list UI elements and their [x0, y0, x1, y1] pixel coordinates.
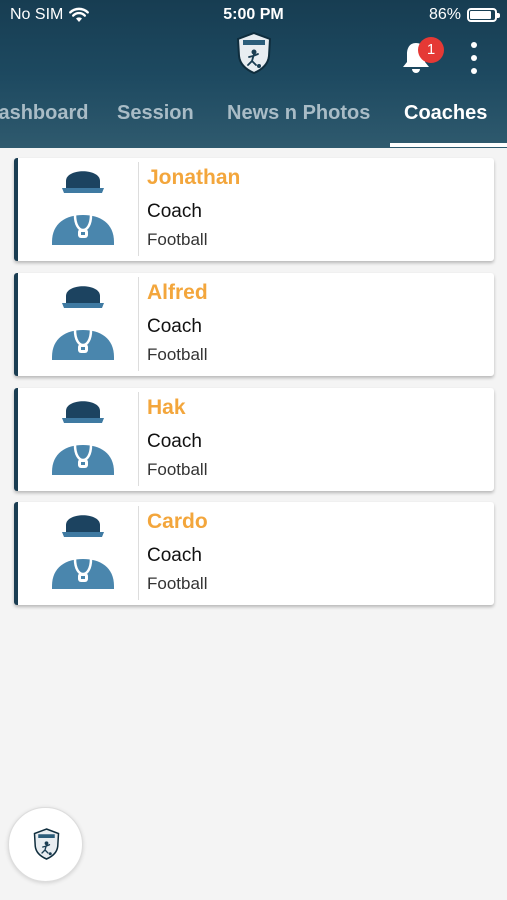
coach-sport: Football	[147, 460, 208, 479]
coach-name: Cardo	[147, 510, 208, 533]
coach-sport: Football	[147, 345, 208, 364]
card-divider	[138, 162, 139, 256]
coach-avatar-icon	[52, 286, 114, 360]
card-divider	[138, 392, 139, 486]
coach-role: Coach	[147, 545, 202, 566]
tab-bar: Dashboard Session News n Photos Coaches	[0, 86, 507, 148]
app-header: No SIM 5:00 PM 86% 1 Dashboard Session N…	[0, 0, 507, 148]
tab-news-n-photos[interactable]: News n Photos	[227, 102, 370, 125]
coach-name: Hak	[147, 396, 186, 419]
card-divider	[138, 277, 139, 371]
notification-badge: 1	[418, 37, 444, 63]
more-options-icon[interactable]	[462, 42, 486, 74]
coach-card[interactable]: Hak Coach Football	[14, 388, 494, 491]
coach-avatar-icon	[52, 171, 114, 245]
battery-percent: 86%	[428, 6, 461, 23]
status-bar: No SIM 5:00 PM 86%	[0, 0, 507, 30]
coach-sport: Football	[147, 230, 208, 249]
coach-avatar-icon	[52, 401, 114, 475]
club-home-button[interactable]	[8, 807, 83, 882]
coach-card[interactable]: Cardo Coach Football	[14, 502, 494, 605]
club-logo-icon	[236, 32, 272, 74]
coach-card[interactable]: Jonathan Coach Football	[14, 158, 494, 261]
tab-session[interactable]: Session	[117, 102, 194, 125]
coach-name: Jonathan	[147, 166, 241, 189]
club-logo-icon	[33, 828, 60, 860]
tab-coaches[interactable]: Coaches	[404, 102, 487, 125]
battery-icon	[467, 8, 500, 22]
active-tab-indicator	[390, 143, 507, 147]
coach-role: Coach	[147, 431, 202, 452]
coach-name: Alfred	[147, 281, 208, 304]
coach-sport: Football	[147, 574, 208, 593]
tab-dashboard[interactable]: Dashboard	[0, 102, 88, 125]
coach-card[interactable]: Alfred Coach Football	[14, 273, 494, 376]
coach-role: Coach	[147, 316, 202, 337]
card-divider	[138, 506, 139, 600]
coach-role: Coach	[147, 201, 202, 222]
coach-avatar-icon	[52, 515, 114, 589]
